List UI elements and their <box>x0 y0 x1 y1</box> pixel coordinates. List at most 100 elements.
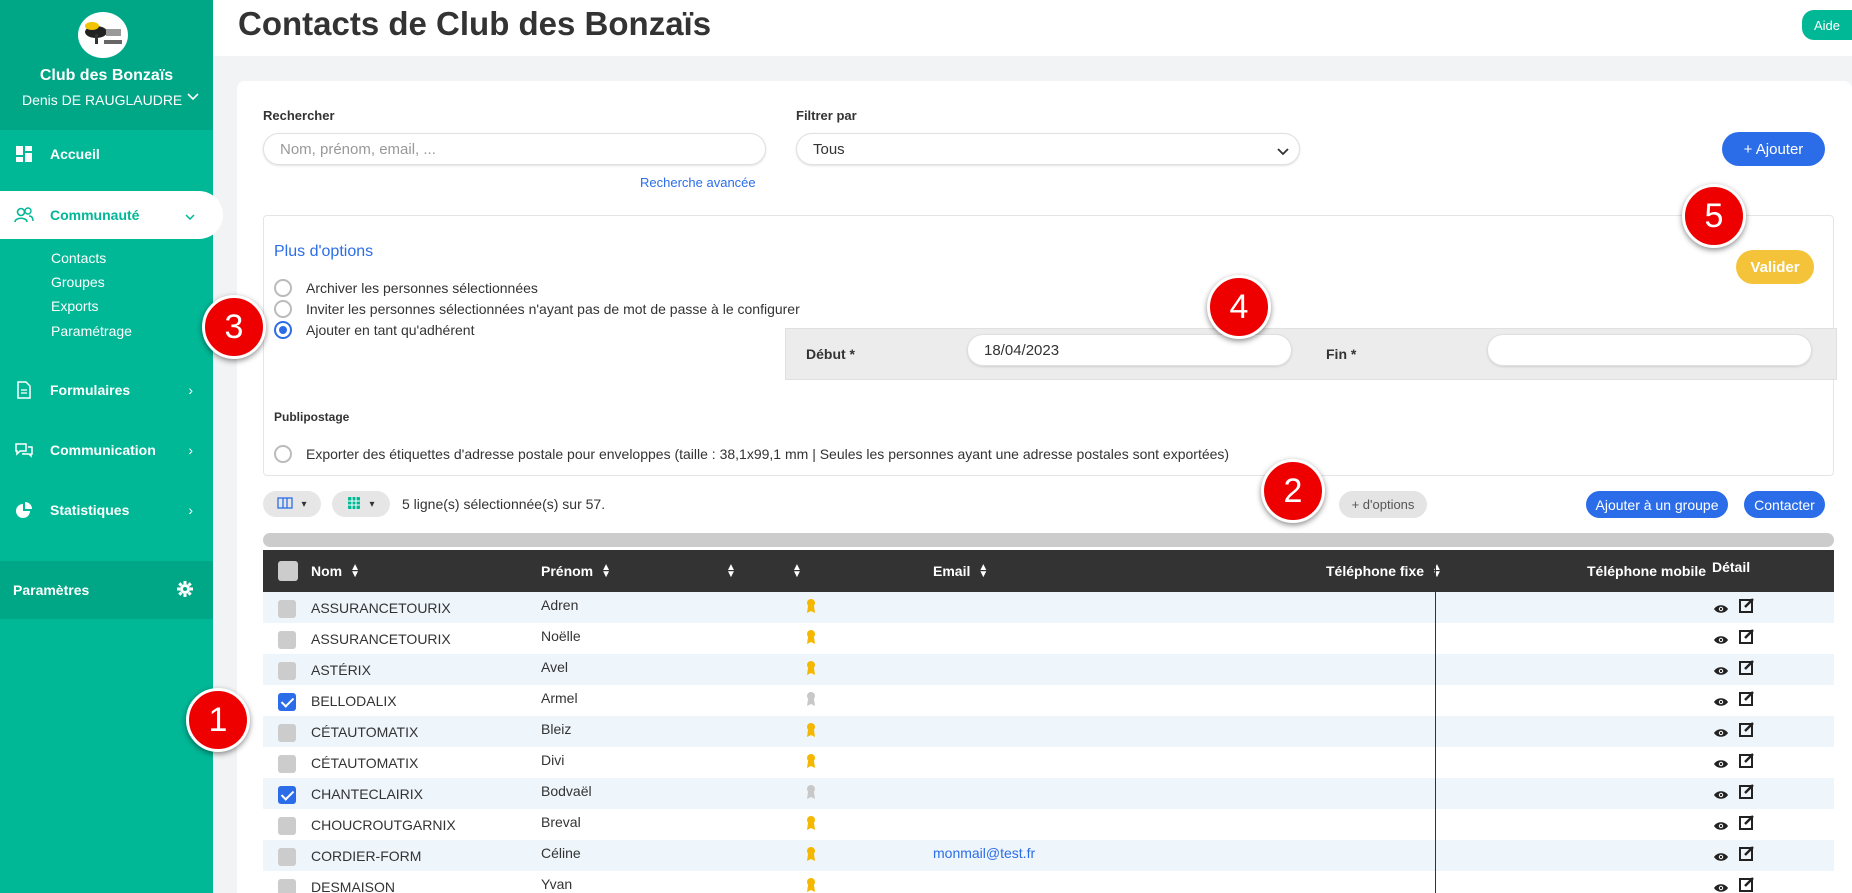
medal-icon <box>805 660 817 679</box>
subnav-exports[interactable]: Exports <box>51 298 98 314</box>
advanced-search-link[interactable]: Recherche avancée <box>640 175 756 190</box>
archive-label: Archiver les personnes sélectionnées <box>306 280 538 296</box>
table-header: Nom ▲ ▼ Prénom ▲ ▼ ▲ ▼ ▲ ▼ Email ▲ ▼ Téléphone f… <box>263 550 1834 592</box>
table-row[interactable]: DESMAISON Yvan <box>263 871 1834 893</box>
edit-icon[interactable] <box>1739 845 1755 864</box>
export-button[interactable]: ▾ <box>332 491 390 517</box>
sidebar-item-accueil[interactable]: Accueil <box>0 130 213 178</box>
row-checkbox[interactable] <box>278 817 296 835</box>
sort-icon: ▲ ▼ <box>1432 562 1442 580</box>
table-row[interactable]: BELLODALIX Armel <box>263 685 1834 716</box>
dashboard-icon <box>14 144 34 164</box>
header-label: Détail <box>1712 559 1751 575</box>
row-checkbox[interactable] <box>278 600 296 618</box>
edit-icon[interactable] <box>1739 659 1755 678</box>
table-row[interactable]: CORDIER-FORM Céline monmail@test.fr <box>263 840 1834 871</box>
eye-icon[interactable] <box>1713 601 1729 617</box>
step-badge-2: 2 <box>1261 459 1325 523</box>
eye-icon[interactable] <box>1713 694 1729 710</box>
chevron-right-icon: › <box>188 442 193 458</box>
edit-icon[interactable] <box>1739 783 1755 802</box>
header-email[interactable]: Email ▲ ▼ <box>933 550 988 592</box>
table-row[interactable]: CHOUCROUTGARNIX Breval <box>263 809 1834 840</box>
eye-icon[interactable] <box>1713 663 1729 679</box>
table-row[interactable]: ASSURANCETOURIX Noëlle <box>263 623 1834 654</box>
edit-icon[interactable] <box>1739 597 1755 616</box>
user-name[interactable]: Denis DE RAUGLAUDRE <box>22 92 182 108</box>
chevron-down-icon[interactable] <box>187 90 199 104</box>
subnav-parametrage[interactable]: Paramétrage <box>51 323 132 339</box>
eye-icon[interactable] <box>1713 756 1729 772</box>
sort-icon: ▲ ▼ <box>792 562 802 580</box>
table-row[interactable]: ASTÉRIX Avel <box>263 654 1834 685</box>
sidebar-item-label: Paramètres <box>13 582 90 598</box>
edit-icon[interactable] <box>1739 752 1755 771</box>
end-date-input[interactable] <box>1487 334 1812 366</box>
start-date-input[interactable]: 18/04/2023 <box>967 334 1292 366</box>
header-tel-fixe[interactable]: Téléphone fixe ▲ ▼ <box>1326 550 1442 592</box>
member-radio[interactable] <box>274 321 292 339</box>
pie-chart-icon <box>14 500 34 520</box>
eye-icon[interactable] <box>1713 849 1729 865</box>
page-title: Contacts de Club des Bonzaïs <box>238 5 712 42</box>
filter-select[interactable]: Tous <box>796 133 1300 165</box>
row-checkbox[interactable] <box>278 693 296 711</box>
more-options-button[interactable]: + d'options <box>1339 491 1427 518</box>
contact-button[interactable]: Contacter <box>1744 491 1825 518</box>
sidebar-item-formulaires[interactable]: Formulaires › <box>0 366 213 414</box>
row-checkbox[interactable] <box>278 755 296 773</box>
help-button[interactable]: Aide <box>1802 10 1852 40</box>
row-checkbox[interactable] <box>278 848 296 866</box>
row-checkbox[interactable] <box>278 662 296 680</box>
invite-radio[interactable] <box>274 300 292 318</box>
eye-icon[interactable] <box>1713 880 1729 893</box>
chevron-right-icon: › <box>188 382 193 398</box>
row-checkbox[interactable] <box>278 786 296 804</box>
add-contact-button[interactable]: + Ajouter <box>1722 132 1825 166</box>
club-logo <box>78 12 128 58</box>
add-to-group-button[interactable]: Ajouter à un groupe <box>1586 491 1728 518</box>
sidebar-item-parametres[interactable]: Paramètres <box>0 561 213 619</box>
chat-icon <box>14 440 34 460</box>
table-row[interactable]: CHANTECLAIRIX Bodvaël <box>263 778 1834 809</box>
subnav-groupes[interactable]: Groupes <box>51 274 105 290</box>
subnav-contacts[interactable]: Contacts <box>51 250 106 266</box>
sidebar-item-statistiques[interactable]: Statistiques › <box>0 486 213 534</box>
edit-icon[interactable] <box>1739 690 1755 709</box>
sidebar-item-communication[interactable]: Communication › <box>0 426 213 474</box>
header-tel-mobile[interactable]: Téléphone mobile <box>1587 550 1706 592</box>
sidebar-item-communaute[interactable]: Communauté <box>0 191 223 239</box>
step-badge-3: 3 <box>202 295 266 359</box>
mailing-radio[interactable] <box>274 445 292 463</box>
spreadsheet-icon <box>347 496 361 513</box>
header-label: Email <box>933 563 971 579</box>
search-input[interactable]: Nom, prénom, email, ... <box>263 133 766 165</box>
eye-icon[interactable] <box>1713 725 1729 741</box>
edit-icon[interactable] <box>1739 814 1755 833</box>
header-nom[interactable]: Nom ▲ ▼ <box>311 550 360 592</box>
columns-button[interactable]: ▾ <box>263 491 321 517</box>
edit-icon[interactable] <box>1739 628 1755 647</box>
header-member-status[interactable]: ▲ ▼ <box>718 550 736 592</box>
eye-icon[interactable] <box>1713 787 1729 803</box>
row-checkbox[interactable] <box>278 879 296 893</box>
validate-button[interactable]: Valider <box>1736 250 1814 284</box>
sidebar-item-label: Communication <box>50 442 156 458</box>
table-row[interactable]: CÉTAUTOMATIX Divi <box>263 747 1834 778</box>
edit-icon[interactable] <box>1739 876 1755 893</box>
horizontal-scrollbar[interactable] <box>263 533 1834 547</box>
edit-icon[interactable] <box>1739 721 1755 740</box>
cell-email[interactable]: monmail@test.fr <box>933 845 1035 861</box>
cell-nom: BELLODALIX <box>311 693 397 709</box>
row-checkbox[interactable] <box>278 631 296 649</box>
row-checkbox[interactable] <box>278 724 296 742</box>
eye-icon[interactable] <box>1713 632 1729 648</box>
header-prenom[interactable]: Prénom ▲ ▼ <box>541 550 611 592</box>
table-row[interactable]: CÉTAUTOMATIX Bleiz <box>263 716 1834 747</box>
table-row[interactable]: ASSURANCETOURIX Adren <box>263 592 1834 623</box>
header-unnamed[interactable]: ▲ ▼ <box>784 550 802 592</box>
header-label: Téléphone fixe <box>1326 563 1425 579</box>
archive-radio[interactable] <box>274 279 292 297</box>
eye-icon[interactable] <box>1713 818 1729 834</box>
select-all-checkbox[interactable] <box>278 561 298 581</box>
